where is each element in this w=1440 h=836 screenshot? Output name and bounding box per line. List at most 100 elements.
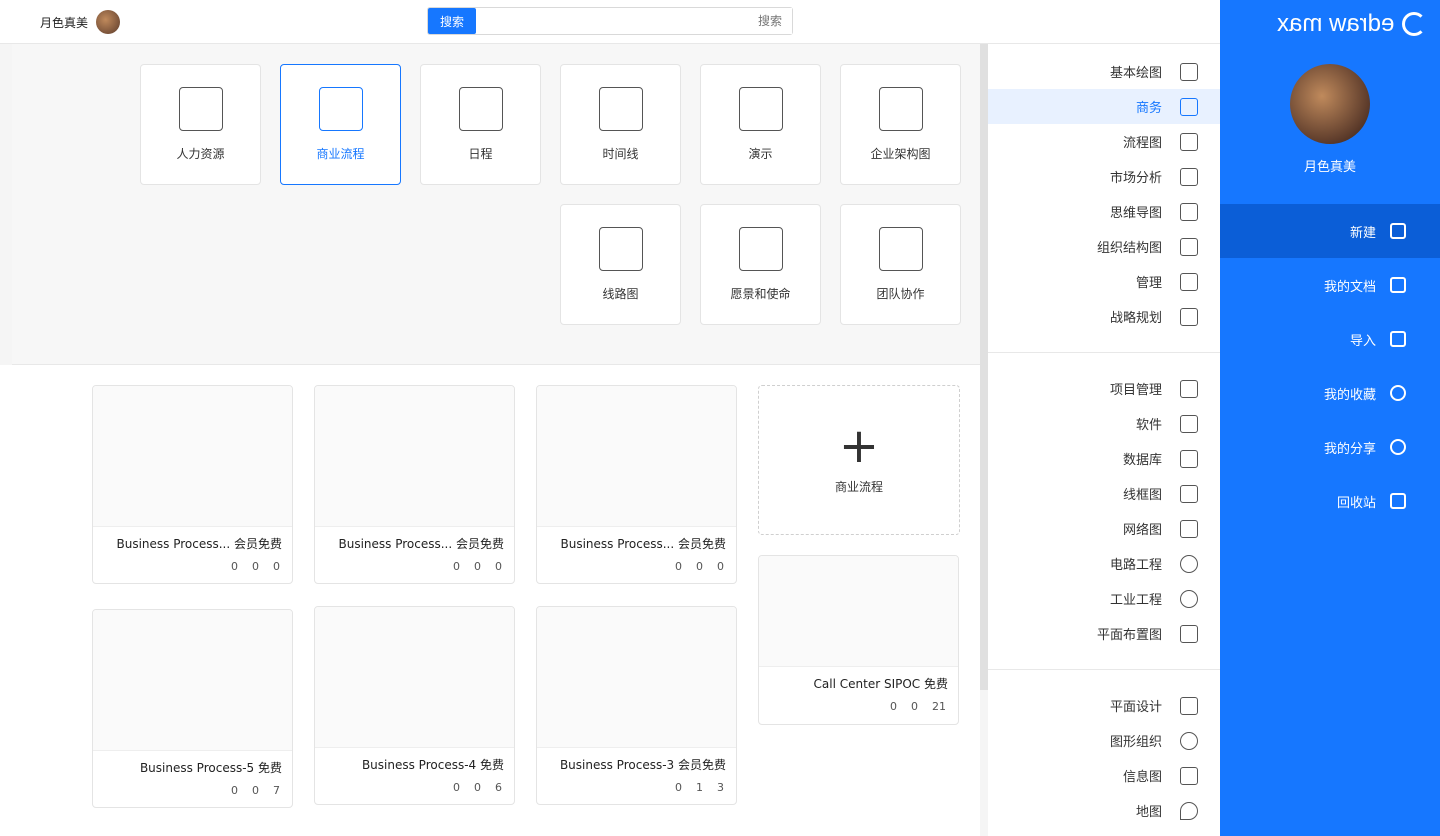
sidebar-item-trash[interactable]: 回收站 bbox=[1220, 474, 1440, 528]
category-label: 地图 bbox=[1135, 805, 1162, 820]
category-wireframe[interactable]: 线框图 bbox=[988, 476, 1220, 511]
category-graphic-organizer[interactable]: 图形组织 bbox=[988, 723, 1220, 758]
subcat-vision[interactable]: 愿景和使命 bbox=[700, 204, 821, 325]
like-count: 0 bbox=[675, 781, 682, 794]
template-name: Business Process... 会员免费 bbox=[116, 537, 282, 551]
category-circuit[interactable]: 电路工程 bbox=[988, 546, 1220, 581]
main-scrollbar[interactable] bbox=[980, 44, 988, 690]
category-list: 基本绘图 商务 流程图 市场分析 思维导图 组织结构图 管理 战略规划 项目管理… bbox=[988, 44, 1220, 836]
template-name: Business Process... 会员免费 bbox=[338, 537, 504, 551]
copy-count: 0 bbox=[273, 560, 280, 573]
template-thumbnail[interactable] bbox=[93, 386, 292, 527]
document-icon bbox=[1390, 277, 1406, 293]
code-icon bbox=[1180, 484, 1198, 503]
category-network[interactable]: 网络图 bbox=[988, 511, 1220, 546]
subcat-timeline[interactable]: 时间线 bbox=[560, 64, 681, 185]
fav-count: 0 bbox=[696, 560, 703, 573]
subcat-presentation[interactable]: 演示 bbox=[700, 64, 821, 185]
category-floorplan[interactable]: 平面布置图 bbox=[988, 616, 1220, 651]
network-icon bbox=[1180, 519, 1198, 538]
people-icon bbox=[178, 87, 223, 131]
category-label: 商务 bbox=[1135, 101, 1162, 116]
new-blank-card[interactable]: + 商业流程 bbox=[758, 385, 960, 535]
category-market[interactable]: 市场分析 bbox=[988, 159, 1220, 194]
category-database[interactable]: 数据库 bbox=[988, 441, 1220, 476]
category-map[interactable]: 地图 bbox=[988, 793, 1220, 828]
category-management[interactable]: 管理 bbox=[988, 264, 1220, 299]
subcat-team[interactable]: 团队协作 bbox=[840, 204, 961, 325]
import-icon bbox=[1390, 331, 1406, 347]
architecture-icon bbox=[878, 87, 923, 131]
template-thumbnail[interactable] bbox=[315, 607, 514, 748]
template-card[interactable]: Business Process-5 免费 0 0 7 bbox=[92, 609, 293, 808]
sidebar-item-favorites[interactable]: 我的收藏 bbox=[1220, 366, 1440, 420]
top-user[interactable]: 月色真美 bbox=[40, 10, 121, 34]
template-card[interactable]: Business Process-3 会员免费 0 1 3 bbox=[536, 606, 737, 805]
category-label: 思维导图 bbox=[1109, 206, 1162, 221]
search-input[interactable] bbox=[476, 8, 792, 34]
top-avatar[interactable] bbox=[96, 10, 121, 34]
category-strategy[interactable]: 战略规划 bbox=[988, 299, 1220, 334]
like-count: 0 bbox=[231, 560, 238, 573]
category-label: 图形组织 bbox=[1109, 735, 1162, 750]
new-card-label: 商业流程 bbox=[834, 479, 883, 494]
subcat-schedule[interactable]: 日程 bbox=[420, 64, 541, 185]
software-icon bbox=[1180, 414, 1198, 433]
template-name: Call Center SIPOC 免费 bbox=[813, 677, 948, 691]
category-software[interactable]: 软件 bbox=[988, 406, 1220, 441]
template-thumbnail[interactable] bbox=[537, 607, 736, 748]
template-card[interactable]: Business Process... 会员免费 0 0 0 bbox=[536, 385, 737, 584]
subcat-label: 日程 bbox=[468, 147, 493, 161]
subcat-roadmap[interactable]: 线路图 bbox=[560, 204, 681, 325]
template-thumbnail[interactable] bbox=[315, 386, 514, 527]
template-name: Business Process-3 会员免费 bbox=[559, 758, 726, 772]
subcat-label: 人力资源 bbox=[176, 147, 225, 161]
category-graphic-design[interactable]: 平面设计 bbox=[988, 688, 1220, 723]
template-thumbnail[interactable] bbox=[537, 386, 736, 527]
category-business[interactable]: 商务 bbox=[988, 89, 1220, 124]
category-infographic[interactable]: 信息图 bbox=[988, 758, 1220, 793]
category-basic[interactable]: 基本绘图 bbox=[988, 54, 1220, 89]
category-label: 项目管理 bbox=[1109, 383, 1162, 398]
circuit-icon bbox=[1180, 554, 1198, 573]
fav-count: 1 bbox=[696, 781, 703, 794]
template-card[interactable]: Business Process... 会员免费 0 0 0 bbox=[314, 385, 515, 584]
sidebar-item-label: 我的收藏 bbox=[1323, 387, 1376, 403]
search-button[interactable]: 搜索 bbox=[428, 8, 476, 34]
share-icon bbox=[1390, 439, 1406, 455]
sidebar-item-new[interactable]: 新建 bbox=[1220, 204, 1440, 258]
category-orgchart[interactable]: 组织结构图 bbox=[988, 229, 1220, 264]
mindmap-icon bbox=[1180, 202, 1198, 221]
template-card[interactable]: Business Process... 会员免费 0 0 0 bbox=[92, 385, 293, 584]
fav-count: 0 bbox=[474, 560, 481, 573]
category-project[interactable]: 项目管理 bbox=[988, 371, 1220, 406]
fav-count: 0 bbox=[474, 781, 481, 794]
template-thumbnail[interactable] bbox=[759, 556, 958, 667]
edraw-logo-icon bbox=[1402, 12, 1426, 36]
sidebar-item-label: 我的分享 bbox=[1323, 441, 1376, 457]
sidebar-item-my-documents[interactable]: 我的文档 bbox=[1220, 258, 1440, 312]
subcat-hr[interactable]: 人力资源 bbox=[140, 64, 261, 185]
template-stats: 0 0 6 bbox=[315, 773, 514, 794]
sidebar-item-import[interactable]: 导入 bbox=[1220, 312, 1440, 366]
floorplan-icon bbox=[1180, 624, 1198, 643]
category-mindmap[interactable]: 思维导图 bbox=[988, 194, 1220, 229]
industrial-icon bbox=[1180, 589, 1198, 608]
fav-count: 0 bbox=[252, 560, 259, 573]
subcat-label: 团队协作 bbox=[876, 287, 925, 301]
brand-logo[interactable]: edraw max bbox=[1277, 10, 1426, 38]
subcat-business-process[interactable]: 商业流程 bbox=[280, 64, 401, 185]
template-card[interactable]: Call Center SIPOC 免费 0 0 21 bbox=[758, 555, 959, 725]
category-industrial[interactable]: 工业工程 bbox=[988, 581, 1220, 616]
template-card[interactable]: Business Process-4 免费 0 0 6 bbox=[314, 606, 515, 805]
presentation-icon bbox=[738, 87, 783, 131]
template-thumbnail[interactable] bbox=[93, 610, 292, 751]
trash-icon bbox=[1390, 493, 1406, 509]
sidebar-item-shared[interactable]: 我的分享 bbox=[1220, 420, 1440, 474]
user-avatar[interactable] bbox=[1290, 64, 1370, 144]
category-flowchart[interactable]: 流程图 bbox=[988, 124, 1220, 159]
subcat-label: 演示 bbox=[748, 147, 773, 161]
template-stats: 0 0 0 bbox=[537, 552, 736, 573]
subcat-enterprise-architecture[interactable]: 企业架构图 bbox=[840, 64, 961, 185]
template-stats: 0 1 3 bbox=[537, 773, 736, 794]
